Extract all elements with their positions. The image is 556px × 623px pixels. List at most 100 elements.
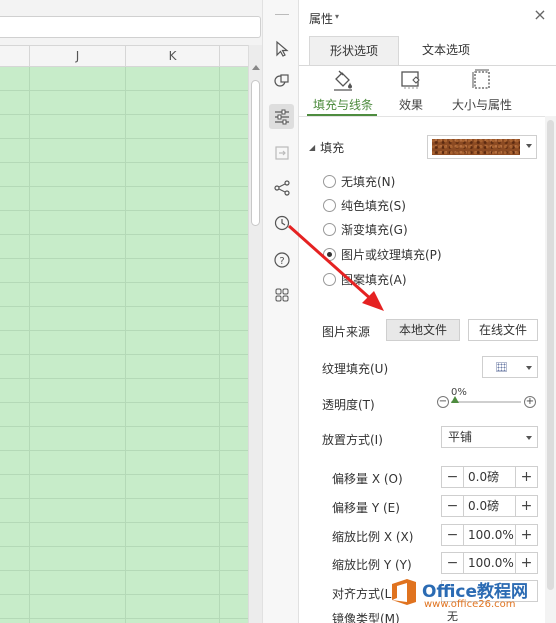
tab-divider	[299, 65, 556, 66]
texture-swatch	[432, 139, 520, 155]
radio-solid-fill[interactable]: 纯色填充(S)	[323, 196, 406, 214]
watermark-url: www.office26.com	[424, 599, 516, 610]
subtab-size-label: 大小与属性	[451, 98, 512, 112]
formula-input[interactable]	[0, 16, 261, 38]
picture-source-label: 图片来源	[322, 325, 371, 339]
toolbar-grip	[275, 14, 289, 15]
online-file-button[interactable]: 在线文件	[468, 319, 538, 341]
history-icon[interactable]	[269, 210, 294, 235]
increase-button[interactable]: +	[515, 525, 537, 545]
texture-fill-label: 纹理填充(U)	[322, 362, 389, 376]
increase-button[interactable]: +	[515, 553, 537, 573]
radio-gradient-fill[interactable]: 渐变填充(G)	[323, 220, 408, 238]
fill-section-header[interactable]: ◢ 填充	[309, 139, 344, 156]
offset-x-label: 偏移量 X (O)	[332, 472, 403, 486]
apps-grid-icon[interactable]	[269, 282, 294, 307]
effects-icon	[401, 71, 420, 89]
opacity-label: 透明度(T)	[322, 398, 375, 412]
watermark: Office教程网 www.office26.com	[390, 575, 556, 623]
fill-section-label: 填充	[320, 141, 345, 155]
radio-pattern-fill[interactable]: 图案填充(A)	[323, 270, 407, 288]
scale-x-stepper[interactable]: − 100.0% +	[441, 524, 538, 546]
texture-fill-dropdown[interactable]	[482, 356, 538, 378]
offset-x-value[interactable]: 0.0磅	[464, 467, 515, 487]
cell-grid[interactable]	[0, 67, 248, 623]
offset-y-stepper[interactable]: − 0.0磅 +	[441, 495, 538, 517]
office-logo-icon	[392, 579, 416, 605]
radio-picture-texture-fill[interactable]: 图片或纹理填充(P)	[323, 245, 442, 263]
chevron-down-icon	[526, 144, 532, 148]
scale-y-value[interactable]: 100.0%	[464, 553, 515, 573]
local-file-button[interactable]: 本地文件	[386, 319, 460, 341]
opacity-value: 0%	[451, 387, 467, 398]
size-icon	[472, 69, 490, 89]
offset-x-stepper[interactable]: − 0.0磅 +	[441, 466, 538, 488]
tab-text-options[interactable]: 文本选项	[401, 36, 491, 66]
scale-x-label: 缩放比例 X (X)	[332, 530, 414, 544]
subtab-effects-label: 效果	[398, 98, 423, 112]
radio-label: 图片或纹理填充(P)	[341, 247, 442, 262]
share-icon[interactable]	[269, 175, 294, 200]
panel-title-caret-icon[interactable]: ▾	[335, 12, 339, 21]
properties-panel: 属性 ▾ × 形状选项 文本选项 填充与线条 效果 大小与属性 ◢ 填充 无填充…	[299, 0, 556, 623]
panel-scrollbar-thumb[interactable]	[547, 120, 554, 590]
subtab-fill-label: 填充与线条	[312, 98, 373, 112]
alignment-label: 对齐方式(L)	[332, 587, 397, 601]
decrease-button[interactable]: −	[442, 525, 464, 545]
collapse-caret-icon[interactable]: ◢	[309, 143, 315, 152]
opacity-increase-button[interactable]: +	[524, 396, 536, 408]
chevron-down-icon	[526, 366, 532, 370]
placement-value: 平铺	[448, 430, 473, 444]
offset-y-label: 偏移量 Y (E)	[332, 501, 400, 515]
scale-y-stepper[interactable]: − 100.0% +	[441, 552, 538, 574]
svg-text:?: ?	[279, 256, 284, 267]
scroll-up-arrow-icon[interactable]	[252, 65, 260, 70]
help-icon[interactable]: ?	[269, 247, 294, 272]
opacity-slider[interactable]	[451, 401, 521, 403]
radio-label: 无填充(N)	[341, 174, 396, 189]
radio-button[interactable]	[323, 222, 336, 236]
radio-button[interactable]	[323, 198, 336, 212]
subtab-size-and-properties[interactable]: 大小与属性	[449, 68, 515, 113]
scale-x-value[interactable]: 100.0%	[464, 525, 515, 545]
fill-bucket-icon	[334, 70, 352, 91]
radio-button[interactable]	[323, 174, 336, 188]
scale-y-label: 缩放比例 Y (Y)	[332, 558, 412, 572]
placement-dropdown[interactable]: 平铺	[441, 426, 538, 448]
close-icon[interactable]: ×	[532, 7, 548, 24]
radio-button[interactable]	[323, 272, 336, 286]
increase-button[interactable]: +	[515, 467, 537, 487]
radio-label: 纯色填充(S)	[341, 198, 406, 213]
subtab-fill-and-line[interactable]: 填充与线条	[307, 68, 379, 113]
app-window: J K ? 属性 ▾ × 形状选项 文本选项 填充与线条 效果 大小与属性 ◢ …	[0, 0, 556, 623]
settings-sliders-icon[interactable]	[269, 104, 294, 129]
decrease-button[interactable]: −	[442, 553, 464, 573]
radio-no-fill[interactable]: 无填充(N)	[323, 172, 395, 190]
radio-label: 图案填充(A)	[341, 272, 407, 287]
fill-texture-dropdown[interactable]	[427, 135, 537, 159]
panel-scrollbar[interactable]	[545, 116, 556, 623]
scrollbar-thumb[interactable]	[251, 80, 260, 226]
subtab-effects[interactable]: 效果	[391, 68, 431, 113]
spreadsheet-area: J K	[0, 0, 262, 623]
decrease-button[interactable]: −	[442, 496, 464, 516]
subtab-divider	[299, 116, 545, 117]
opacity-decrease-button[interactable]: −	[437, 396, 449, 408]
offset-y-value[interactable]: 0.0磅	[464, 496, 515, 516]
chevron-down-icon	[526, 436, 532, 440]
transform-icon[interactable]	[269, 140, 294, 165]
shapes-icon[interactable]	[269, 68, 294, 93]
placement-label: 放置方式(I)	[322, 433, 383, 447]
column-header: J K	[0, 45, 248, 67]
column-header-partial[interactable]	[0, 46, 30, 66]
column-header-k[interactable]: K	[126, 46, 220, 66]
column-header-j[interactable]: J	[30, 46, 126, 66]
decrease-button[interactable]: −	[442, 467, 464, 487]
radio-button-selected[interactable]	[323, 247, 336, 261]
panel-header: 属性 ▾ ×	[299, 0, 556, 34]
cursor-icon[interactable]	[269, 36, 294, 61]
increase-button[interactable]: +	[515, 496, 537, 516]
vertical-scrollbar[interactable]	[248, 45, 262, 623]
tab-shape-options[interactable]: 形状选项	[309, 36, 399, 66]
panel-title[interactable]: 属性	[309, 10, 333, 27]
